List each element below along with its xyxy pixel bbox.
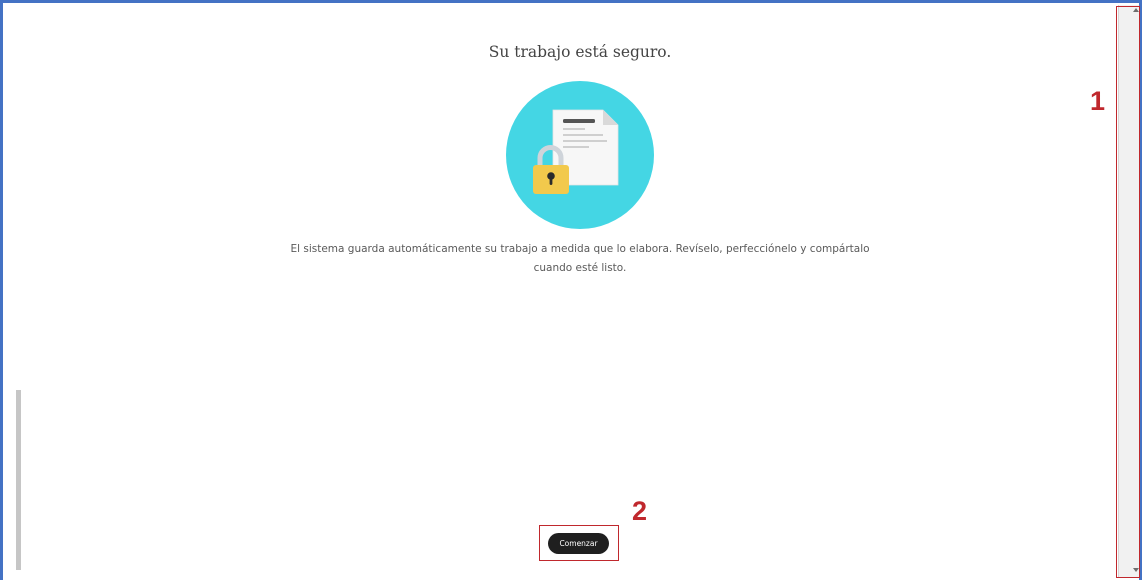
secure-document-lock-icon <box>506 81 654 229</box>
scrollbar-thumb[interactable] <box>16 390 21 570</box>
vertical-scrollbar[interactable] <box>1118 5 1139 577</box>
page-title: Su trabajo está seguro. <box>488 43 672 61</box>
annotation-marker-1: 1 <box>1090 86 1106 116</box>
description-text: El sistema guarda automáticamente su tra… <box>290 243 870 274</box>
start-button[interactable]: Comenzar <box>548 533 609 554</box>
scroll-down-arrow-icon[interactable] <box>1133 568 1139 572</box>
scroll-up-arrow-icon[interactable] <box>1133 8 1139 12</box>
annotation-marker-2: 2 <box>632 496 648 526</box>
